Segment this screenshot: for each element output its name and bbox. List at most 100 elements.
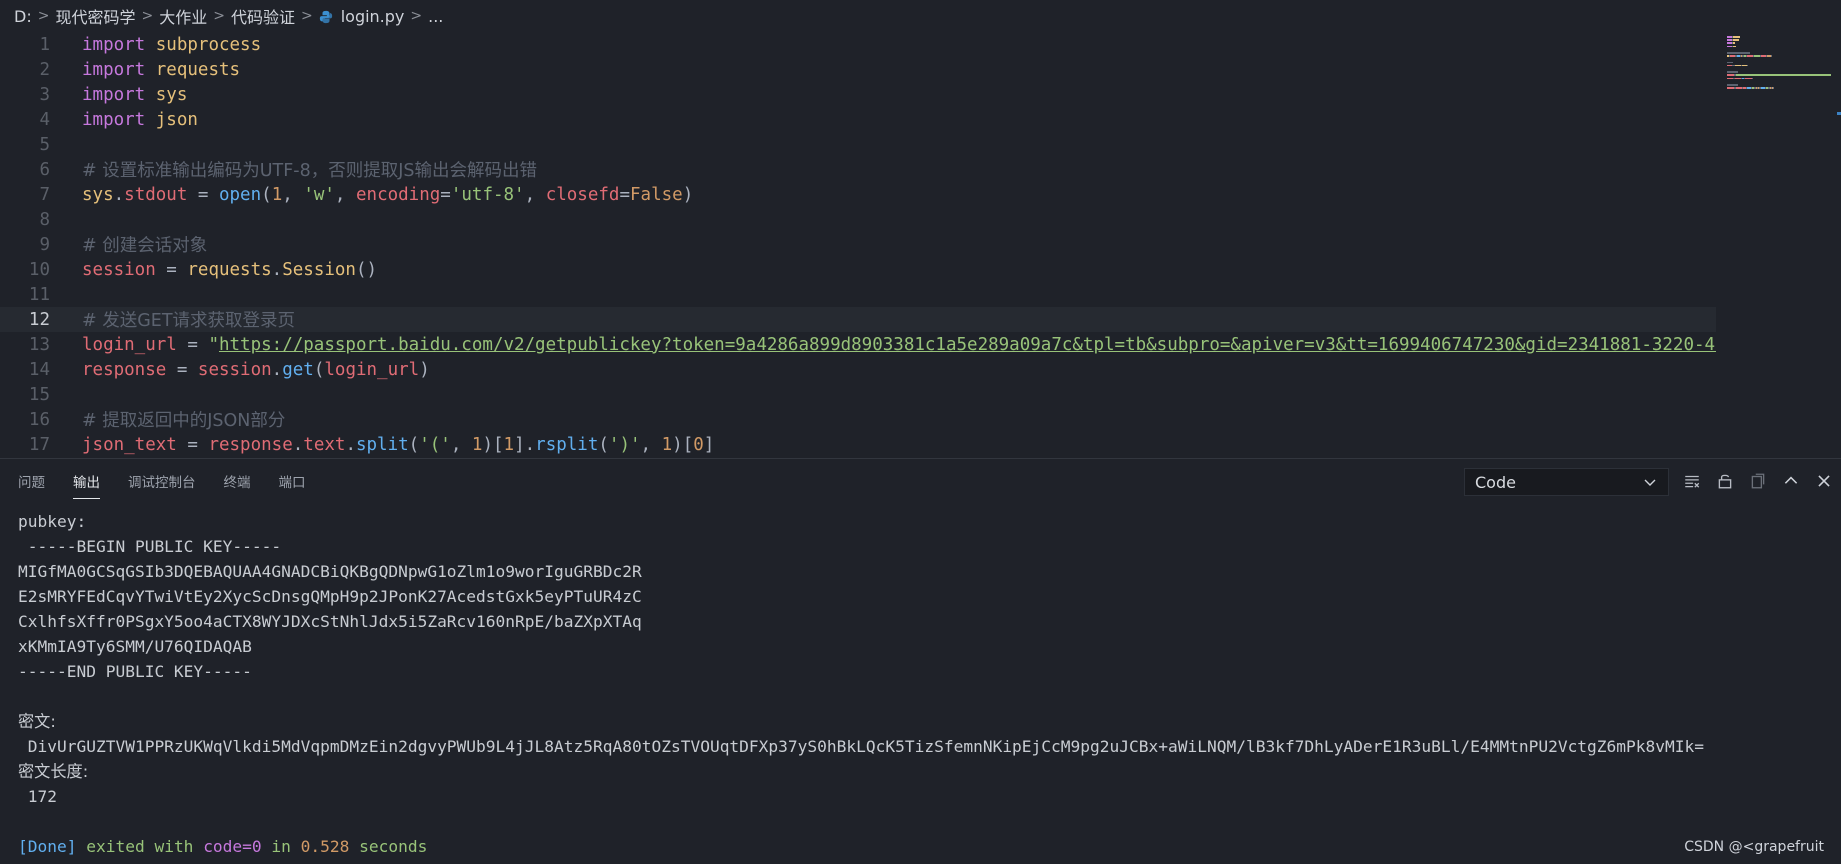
line-number: 10 xyxy=(28,259,50,280)
code-line[interactable]: 13 login_url = "https://passport.baidu.co… xyxy=(0,332,1716,357)
tab-ports[interactable]: 端口 xyxy=(279,461,306,501)
code-token: ( xyxy=(598,434,609,455)
breadcrumb-symbols[interactable]: ... xyxy=(428,7,443,26)
line-number: 1 xyxy=(39,34,50,55)
code-token: sys xyxy=(82,184,114,205)
output-line: E2sMRYFEdCqvYTwiVtEy2XycScDnsgQMpH9p2JPo… xyxy=(18,587,642,606)
line-number: 2 xyxy=(39,59,50,80)
minimap-line xyxy=(1751,77,1753,80)
minimap-line xyxy=(1732,45,1736,48)
breadcrumb-separator-icon: > xyxy=(300,8,313,24)
output-done-token: in xyxy=(261,837,301,856)
breadcrumb-folder-3[interactable]: 代码验证 xyxy=(231,4,295,28)
code-line[interactable]: 5 xyxy=(0,132,1716,157)
lock-scroll-icon[interactable] xyxy=(1713,468,1737,494)
code-line[interactable]: 11 xyxy=(0,282,1716,307)
output-line: 密文长度: xyxy=(18,762,89,781)
code-line[interactable]: 14 response = session.get(login_url) xyxy=(0,357,1716,382)
output-view[interactable]: pubkey: -----BEGIN PUBLIC KEY----- MIGfMA… xyxy=(0,509,1841,864)
chevron-down-icon xyxy=(1642,474,1658,490)
code-token: session xyxy=(82,259,156,280)
code-editor[interactable]: 1 import subprocess 2 import requests 3 impor… xyxy=(0,32,1841,457)
code-token: 'utf-8' xyxy=(450,184,525,205)
code-text: session = requests.Session() xyxy=(82,260,377,280)
code-line[interactable]: 7 sys.stdout = open(1, 'w', encoding='utf… xyxy=(0,182,1716,207)
code-line[interactable]: 1 import subprocess xyxy=(0,32,1716,57)
breadcrumb-separator-icon: > xyxy=(37,8,50,24)
code-token: ) xyxy=(682,184,694,205)
minimap-line xyxy=(1746,64,1749,67)
code-line[interactable]: 2 import requests xyxy=(0,57,1716,82)
watermark: CSDN @<grapefruit xyxy=(1684,839,1824,855)
line-number: 11 xyxy=(28,284,50,305)
code-line[interactable]: 17 json_text = response.text.split('(', 1… xyxy=(0,432,1716,457)
breadcrumb-folder-1[interactable]: 现代密码学 xyxy=(55,4,135,28)
code-token: = xyxy=(619,184,630,205)
output-line: 密文: xyxy=(18,712,56,731)
code-token: requests xyxy=(187,259,272,280)
output-done-token: exited with xyxy=(76,837,204,856)
python-file-icon xyxy=(319,9,333,24)
code-token: , xyxy=(450,434,472,455)
chevron-up-icon[interactable] xyxy=(1779,468,1803,494)
output-line: 172 xyxy=(18,787,57,806)
code-token: # 提取返回中的JSON部分 xyxy=(82,411,286,431)
code-line[interactable]: 16 # 提取返回中的JSON部分 xyxy=(0,407,1716,432)
close-icon[interactable] xyxy=(1812,468,1836,494)
code-line[interactable]: 6 # 设置标准输出编码为UTF-8，否则提取JS输出会解码出错 xyxy=(0,157,1716,182)
minimap-line xyxy=(1727,52,1750,54)
code-line[interactable]: 3 import sys xyxy=(0,82,1716,107)
code-token: https://passport.baidu.com/v2/getpublick… xyxy=(218,334,1716,355)
breadcrumb-folder-2[interactable]: 大作业 xyxy=(159,4,207,28)
breadcrumb-drive[interactable]: D: xyxy=(14,7,32,26)
code-token: response xyxy=(82,359,167,380)
minimap-line xyxy=(1732,42,1735,44)
code-token: = xyxy=(176,334,209,355)
vscode-window: D: > 现代密码学 > 大作业 > 代码验证 > login.py > ... 1 imp… xyxy=(0,0,1841,864)
line-number: 9 xyxy=(39,234,50,255)
code-line[interactable]: 10 session = requests.Session() xyxy=(0,257,1716,282)
code-token: json xyxy=(155,109,198,130)
code-token: , xyxy=(524,184,546,205)
breadcrumb-separator-icon: > xyxy=(213,8,225,24)
line-number: 8 xyxy=(39,209,50,230)
minimap-line xyxy=(1732,39,1739,41)
tab-debug-console[interactable]: 调试控制台 xyxy=(128,461,196,501)
tab-problems[interactable]: 问题 xyxy=(18,461,45,501)
minimap-line xyxy=(1771,55,1772,57)
minimap[interactable] xyxy=(1721,32,1841,132)
code-text: # 发送GET请求获取登录页 xyxy=(82,307,295,332)
code-text: import requests xyxy=(82,60,240,80)
code-line[interactable]: 15 xyxy=(0,382,1716,407)
scrollbar-marker xyxy=(1837,112,1841,115)
clear-output-icon[interactable] xyxy=(1680,468,1704,494)
code-token: , xyxy=(282,184,304,205)
code-token: = xyxy=(155,259,188,280)
code-line[interactable]: 12 # 发送GET请求获取登录页 xyxy=(0,307,1716,332)
code-line[interactable]: 8 xyxy=(0,207,1716,232)
code-token: )[ xyxy=(482,434,504,455)
code-token: rsplit xyxy=(535,434,599,455)
panel-tabs: 问题 输出 调试控制台 终端 端口 xyxy=(0,459,334,503)
minimap-line xyxy=(1727,87,1734,89)
code-token: False xyxy=(630,184,683,205)
tab-output[interactable]: 输出 xyxy=(73,461,100,501)
output-line: -----END PUBLIC KEY----- xyxy=(18,662,252,681)
code-token: , xyxy=(334,184,356,205)
code-text: import sys xyxy=(82,85,187,105)
copy-icon[interactable] xyxy=(1746,468,1770,494)
code-token: json_text xyxy=(82,434,177,455)
code-line[interactable]: 9 # 创建会话对象 xyxy=(0,232,1716,257)
output-done-token: 0.528 xyxy=(300,837,350,856)
code-token: . xyxy=(113,184,125,205)
code-token: import xyxy=(82,59,146,80)
code-token: = xyxy=(166,359,198,380)
tab-terminal[interactable]: 终端 xyxy=(224,461,251,501)
breadcrumb-file[interactable]: login.py xyxy=(341,7,405,26)
code-text: import json xyxy=(82,110,198,130)
output-channel-select[interactable]: Code xyxy=(1464,468,1669,496)
code-line[interactable]: 4 import json xyxy=(0,107,1716,132)
code-text: response = session.get(login_url) xyxy=(82,360,430,380)
code-token: open xyxy=(218,184,262,205)
line-number: 17 xyxy=(28,434,50,455)
